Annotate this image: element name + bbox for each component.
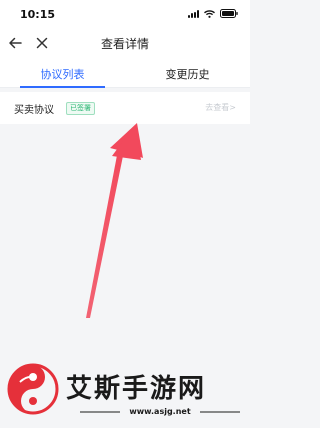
tab-agreement-list[interactable]: 协议列表 xyxy=(0,58,125,88)
wifi-icon xyxy=(204,9,215,18)
watermark-name: 艾斯手游网 xyxy=(66,374,207,404)
watermark-logo-icon xyxy=(7,363,59,415)
watermark: 艾斯手游网 www.asjg.net xyxy=(0,360,250,428)
view-link[interactable]: 去查看> xyxy=(205,102,236,113)
status-badge: 已签署 xyxy=(66,102,95,115)
list-item[interactable]: 买卖协议 已签署 去查看> xyxy=(0,92,250,124)
battery-icon xyxy=(220,9,238,18)
tab-bar: 协议列表 变更历史 xyxy=(0,58,250,88)
agreement-name: 买卖协议 xyxy=(14,105,54,116)
status-time: 10:15 xyxy=(20,8,56,21)
status-bar: 10:15 xyxy=(0,0,250,28)
status-icons xyxy=(188,9,238,18)
tab-change-history[interactable]: 变更历史 xyxy=(125,58,250,87)
watermark-url-line: www.asjg.net xyxy=(80,407,240,417)
nav-bar: 查看详情 xyxy=(0,28,250,58)
watermark-url: www.asjg.net xyxy=(129,407,191,416)
page-title: 查看详情 xyxy=(100,37,149,51)
signal-icon xyxy=(188,9,199,18)
